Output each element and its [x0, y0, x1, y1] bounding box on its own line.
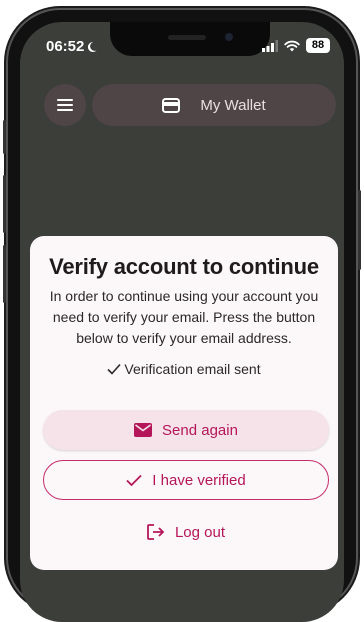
battery-indicator: 88 — [306, 38, 330, 53]
moon-icon — [88, 41, 97, 52]
send-again-button[interactable]: Send again — [43, 410, 329, 450]
log-out-button[interactable]: Log out — [43, 512, 329, 552]
status-indicators: 88 — [262, 38, 330, 53]
status-bar: 06:52 88 — [20, 34, 344, 58]
i-have-verified-label: I have verified — [152, 471, 246, 489]
signal-icon — [262, 39, 278, 52]
status-time: 06:52 — [46, 38, 100, 55]
wallet-icon — [162, 98, 181, 113]
check-icon — [126, 474, 142, 486]
status-time-text: 06:52 — [46, 38, 85, 55]
verification-status-text: Verification email sent — [124, 361, 261, 377]
volume-down-button — [3, 245, 6, 303]
i-have-verified-button[interactable]: I have verified — [43, 460, 329, 500]
wallet-selector[interactable]: My Wallet — [92, 84, 336, 126]
verification-status: Verification email sent — [30, 361, 338, 377]
send-again-label: Send again — [162, 421, 238, 439]
dialog-description: In order to continue using your account … — [49, 288, 319, 346]
log-out-label: Log out — [174, 523, 226, 541]
app-screen: 06:52 88 My Wallet Verify account to con… — [20, 22, 344, 622]
check-icon — [107, 363, 122, 375]
wallet-title: My Wallet — [200, 96, 266, 114]
power-button — [358, 190, 361, 270]
hamburger-menu-icon — [57, 99, 73, 111]
verify-dialog: Verify account to continue In order to c… — [30, 236, 338, 570]
dialog-title: Verify account to continue — [49, 254, 319, 279]
wifi-icon — [284, 40, 300, 51]
menu-button[interactable] — [44, 84, 86, 126]
mail-icon — [134, 423, 153, 437]
logout-icon — [147, 524, 165, 540]
mute-switch — [3, 120, 6, 154]
volume-up-button — [3, 175, 6, 233]
